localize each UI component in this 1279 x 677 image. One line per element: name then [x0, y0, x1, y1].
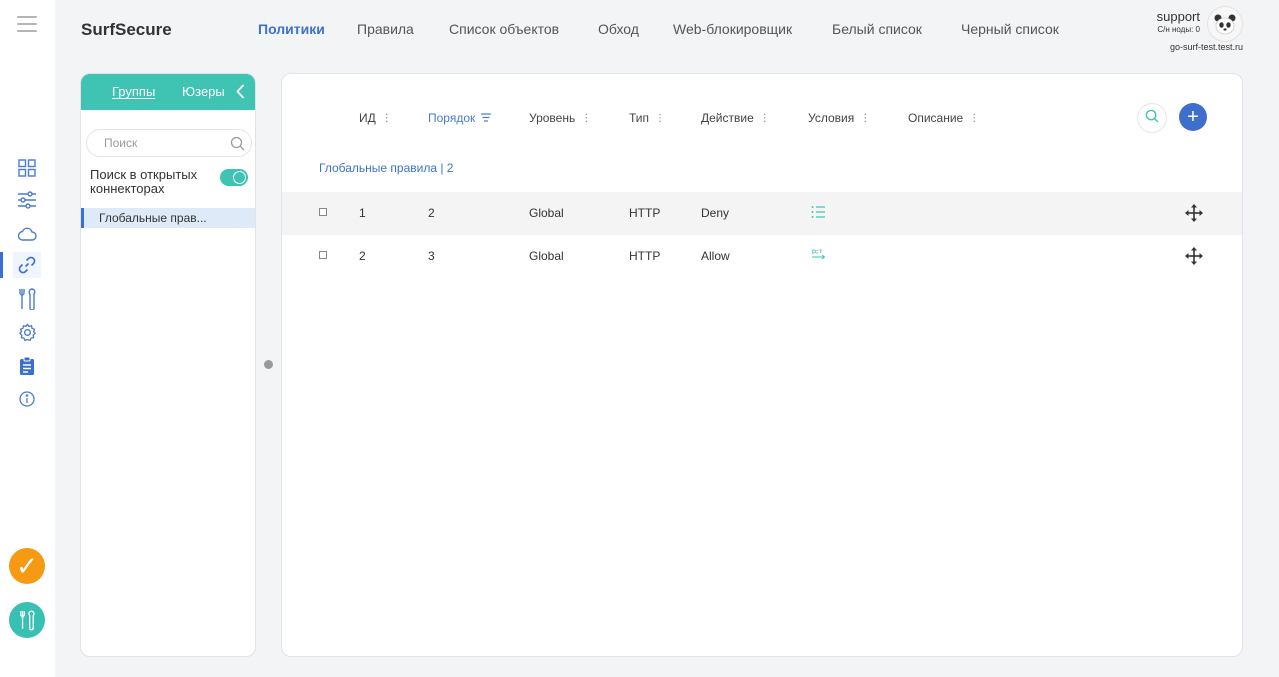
- chevron-left-icon[interactable]: [236, 84, 245, 102]
- cloud-icon[interactable]: [13, 221, 41, 247]
- column-menu-icon[interactable]: ⋮: [860, 113, 870, 124]
- col-header-order-label: Порядок: [428, 111, 476, 125]
- nav-whitelist[interactable]: Белый список: [832, 21, 922, 37]
- col-header-id-label: ИД: [359, 111, 376, 125]
- group-title[interactable]: Глобальные правила | 2: [319, 161, 453, 175]
- dst-icon[interactable]: [811, 248, 827, 265]
- column-menu-icon[interactable]: ⋮: [382, 113, 392, 124]
- search-icon: [1145, 109, 1159, 128]
- list-icon[interactable]: [811, 205, 826, 222]
- clipboard-icon[interactable]: [13, 353, 41, 379]
- gear-icon[interactable]: [13, 319, 41, 345]
- cell-order: 2: [428, 206, 435, 220]
- tools-icon[interactable]: [13, 286, 41, 312]
- cell-type: HTTP: [629, 206, 661, 220]
- add-rule-button[interactable]: +: [1179, 103, 1207, 131]
- tools-bubble-icon[interactable]: [9, 602, 45, 638]
- tab-users[interactable]: Юзеры: [182, 85, 225, 98]
- user-host: go-surf-test.test.ru: [1169, 42, 1243, 52]
- column-menu-icon[interactable]: ⋮: [969, 113, 979, 124]
- col-header-conditions-label: Условия: [808, 111, 855, 125]
- group-item-global[interactable]: Глобальные прав...: [81, 208, 255, 228]
- cell-level: Global: [529, 249, 564, 263]
- nav-rules[interactable]: Правила: [357, 21, 414, 37]
- col-header-level-label: Уровень: [529, 111, 576, 125]
- group-search: [86, 129, 252, 157]
- info-icon[interactable]: [13, 386, 41, 412]
- row-checkbox[interactable]: [319, 208, 327, 216]
- brand-title: SurfSecure: [81, 20, 172, 39]
- col-header-action-label: Действие: [701, 111, 754, 125]
- link-icon[interactable]: [0, 252, 41, 278]
- user-nodes: С/н ноды: 0: [1157, 25, 1200, 34]
- cell-order: 3: [428, 249, 435, 263]
- move-handle-icon[interactable]: [1185, 204, 1203, 225]
- panel-splitter-handle[interactable]: [264, 360, 273, 369]
- table-row[interactable]: 2 3 Global HTTP Allow: [282, 235, 1242, 278]
- cell-type: HTTP: [629, 249, 661, 263]
- move-handle-icon[interactable]: [1185, 247, 1203, 268]
- col-header-id[interactable]: ИД ⋮: [359, 111, 392, 125]
- col-header-type-label: Тип: [629, 111, 650, 125]
- col-header-conditions[interactable]: Условия ⋮: [808, 111, 870, 125]
- status-ok-icon[interactable]: ✓: [9, 548, 45, 584]
- open-connectors-toggle[interactable]: [220, 169, 248, 186]
- rules-table-card: ИД ⋮ Порядок Уровень ⋮ Тип ⋮ Действие ⋮ Усло…: [281, 73, 1243, 657]
- nav-blacklist[interactable]: Черный список: [961, 21, 1059, 37]
- col-header-action[interactable]: Действие ⋮: [701, 111, 770, 125]
- col-header-type[interactable]: Тип ⋮: [629, 111, 665, 125]
- column-menu-icon[interactable]: ⋮: [581, 113, 591, 124]
- cell-action: Deny: [701, 206, 730, 220]
- column-menu-icon[interactable]: ⋮: [655, 113, 665, 124]
- top-header: SurfSecure Политики Правила Список объек…: [55, 0, 1279, 58]
- nav-policies[interactable]: Политики: [258, 21, 325, 37]
- col-header-order[interactable]: Порядок: [428, 111, 492, 125]
- group-search-input[interactable]: [104, 136, 224, 150]
- avatar[interactable]: [1207, 6, 1243, 42]
- search-icon[interactable]: [230, 136, 245, 156]
- cell-level: Global: [529, 206, 564, 220]
- groups-panel: Группы Юзеры Поиск в открытых коннектора…: [80, 73, 256, 657]
- sliders-icon[interactable]: [13, 187, 41, 213]
- table-row[interactable]: 1 2 Global HTTP Deny: [282, 192, 1242, 235]
- icon-rail: ✓: [0, 0, 55, 677]
- column-menu-icon[interactable]: ⋮: [760, 113, 770, 124]
- hamburger-menu-icon[interactable]: [17, 16, 37, 32]
- col-header-level[interactable]: Уровень ⋮: [529, 111, 591, 125]
- col-header-description-label: Описание: [908, 111, 964, 125]
- col-header-description[interactable]: Описание ⋮: [908, 111, 979, 125]
- table-search-button[interactable]: [1137, 103, 1167, 133]
- sort-icon[interactable]: [481, 111, 492, 125]
- cell-id: 1: [359, 206, 366, 220]
- open-connectors-label: Поиск в открытых коннекторах: [90, 167, 198, 196]
- nav-web-blocker[interactable]: Web-блокировщик: [673, 21, 792, 37]
- user-name: support: [1156, 9, 1200, 24]
- plus-icon: +: [1187, 106, 1199, 128]
- tab-groups[interactable]: Группы: [112, 85, 156, 99]
- panel-tabs: Группы Юзеры: [81, 74, 255, 110]
- nav-object-list[interactable]: Список объектов: [449, 21, 559, 37]
- cell-action: Allow: [701, 249, 730, 263]
- nav-bypass[interactable]: Обход: [598, 21, 639, 37]
- dashboard-icon[interactable]: [13, 155, 41, 181]
- cell-id: 2: [359, 249, 366, 263]
- row-checkbox[interactable]: [319, 251, 327, 259]
